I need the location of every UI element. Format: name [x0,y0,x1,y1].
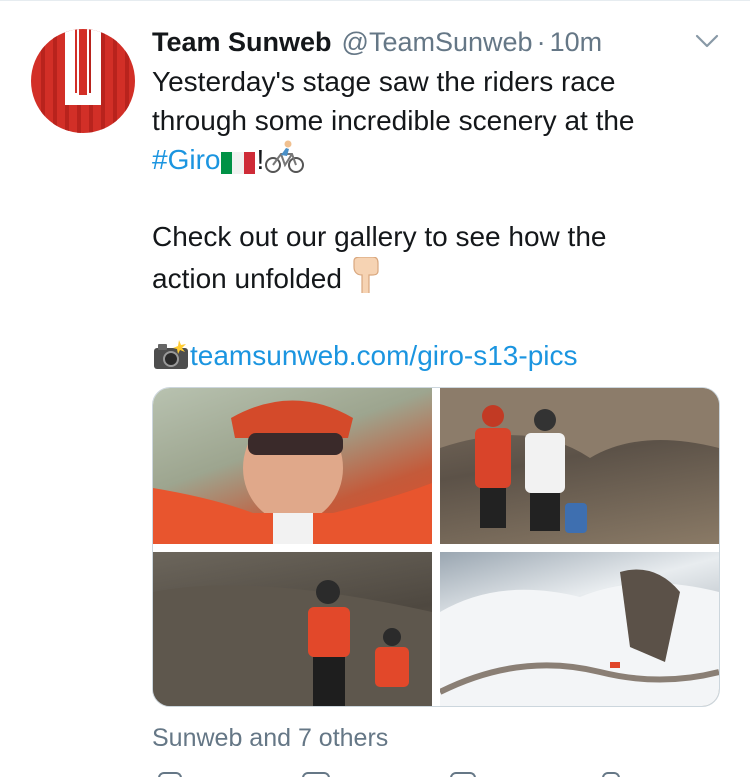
tweet-text-line: teamsunweb.com/giro-s13-pics [152,337,712,376]
photo-mountain-road[interactable] [440,552,719,706]
action-bar [152,768,712,777]
top-divider [0,0,750,1]
author-handle[interactable]: @TeamSunweb [342,27,533,58]
like-icon[interactable] [450,772,476,777]
tweet-text-line: #Giro! [152,140,712,180]
likes-summary[interactable]: Sunweb and 7 others [152,724,388,753]
tweet-header: Team Sunweb @TeamSunweb · 10m [152,27,602,61]
avatar[interactable] [31,29,135,133]
chevron-down-icon[interactable] [694,32,720,50]
tweet-text-fragment: action unfolded [152,262,342,294]
photo-gallery [152,387,720,707]
author-name[interactable]: Team Sunweb [152,27,332,58]
italy-flag-icon [221,152,256,174]
header-separator: · [536,27,546,57]
reply-icon[interactable] [158,772,182,777]
tweet-text-line: Check out our gallery to see how the [152,221,607,252]
tweet-text-line: Yesterday's stage saw the riders race [152,66,616,97]
retweet-icon[interactable] [302,772,330,777]
rider-closeup-illustration [153,400,432,544]
riders-climb-illustration [153,580,432,706]
exclamation-text: ! [256,144,265,175]
share-icon[interactable] [602,772,620,777]
pointing-down-icon [353,256,379,293]
tweet-link[interactable]: teamsunweb.com/giro-s13-pics [190,340,578,371]
cyclist-icon [265,140,305,173]
tweet-text: Yesterday's stage saw the riders race th… [152,63,712,375]
team-sunweb-logo-icon [65,29,101,105]
hashtag-giro[interactable]: #Giro [152,144,220,175]
photo-riders-group[interactable] [440,388,719,544]
mountain-road-illustration [440,569,719,706]
tweet-text-line: through some incredible scenery at the [152,104,635,136]
photo-riders-climb[interactable] [153,552,432,706]
tweet-text-line: action unfolded [152,256,712,299]
camera-flash-icon [154,339,188,369]
tweet-timestamp[interactable]: 10m [550,27,603,58]
photo-rider-closeup[interactable] [153,388,432,544]
riders-group-illustration [440,388,719,533]
